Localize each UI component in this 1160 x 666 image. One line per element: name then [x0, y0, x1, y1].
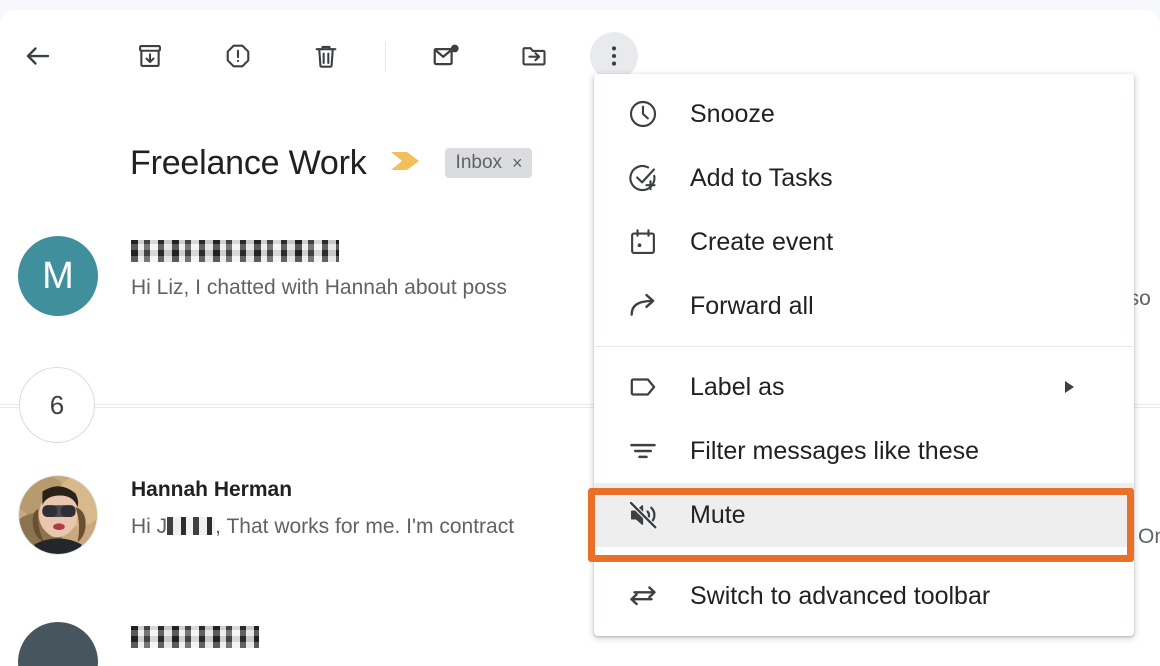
menu-item-label: Create event: [690, 227, 834, 256]
more-options-button[interactable]: [590, 32, 638, 80]
menu-item-add-to-tasks[interactable]: Add to Tasks: [594, 146, 1134, 210]
snippet-prefix: Hi J: [131, 515, 168, 538]
menu-item-label: Filter messages like these: [690, 436, 980, 465]
message-snippet: Hi J , That works for me. I'm contract: [131, 515, 514, 539]
delete-button[interactable]: [302, 32, 350, 80]
label-chip-inbox[interactable]: Inbox ×: [444, 148, 532, 178]
menu-item-label: Switch to advanced toolbar: [690, 581, 991, 610]
delete-icon: [312, 42, 340, 70]
menu-item-label: Add to Tasks: [690, 163, 833, 192]
message-body: Hannah Herman Hi J , That works for me. I…: [131, 475, 514, 539]
calendar-icon: [626, 225, 660, 259]
snippet-suffix: , That works for me. I'm contract: [215, 515, 515, 538]
menu-separator: [594, 346, 1134, 347]
avatar: [18, 475, 98, 555]
sender-name-redacted: [131, 238, 507, 264]
menu-separator: [594, 555, 1134, 556]
chevron-right-icon: [1065, 381, 1074, 393]
menu-item-forward-all[interactable]: Forward all: [594, 274, 1134, 338]
label-chip-text: Inbox: [455, 152, 503, 173]
mute-icon: [626, 498, 660, 532]
more-options-menu: Snooze Add to Tasks Create event Forward…: [594, 74, 1134, 636]
message-snippet-overflow: On: [1138, 525, 1160, 548]
menu-item-filter-messages[interactable]: Filter messages like these: [594, 419, 1134, 483]
add-task-icon: [626, 161, 660, 195]
redaction-block: [167, 517, 216, 535]
menu-item-label: Snooze: [690, 99, 775, 128]
sender-name-redacted: [131, 624, 259, 650]
menu-item-label: Mute: [690, 500, 746, 529]
avatar: [18, 622, 98, 666]
move-to-button[interactable]: [510, 32, 558, 80]
avatar-initial: M: [42, 254, 74, 297]
forward-arrow-icon: [626, 289, 660, 323]
mark-unread-icon: [431, 41, 461, 71]
archive-icon: [136, 42, 164, 70]
menu-item-switch-toolbar[interactable]: Switch to advanced toolbar: [594, 564, 1134, 628]
redaction-block: [131, 626, 259, 648]
report-spam-button[interactable]: [214, 32, 262, 80]
back-button[interactable]: [14, 32, 62, 80]
back-arrow-icon: [23, 41, 53, 71]
sender-name: Hannah Herman: [131, 478, 293, 501]
filter-icon: [626, 434, 660, 468]
menu-item-snooze[interactable]: Snooze: [594, 82, 1134, 146]
more-vertical-icon: [601, 43, 627, 69]
menu-item-mute[interactable]: Mute: [594, 483, 1134, 547]
avatar: M: [18, 236, 98, 316]
move-to-folder-icon: [520, 42, 548, 70]
label-chip-remove-icon[interactable]: ×: [512, 153, 523, 174]
menu-item-label: Label as: [690, 372, 785, 401]
toolbar-divider: [385, 42, 386, 72]
report-spam-icon: [224, 42, 252, 70]
collapsed-count-bubble[interactable]: 6: [19, 367, 95, 443]
menu-item-label-as[interactable]: Label as: [594, 355, 1134, 419]
redaction-block: [131, 240, 339, 262]
swap-arrows-icon: [626, 579, 660, 613]
page-title: Freelance Work: [130, 143, 367, 182]
avatar-photo: [19, 476, 97, 554]
app-window: Freelance Work Inbox × M Hi Liz, I chatt…: [0, 0, 1160, 666]
menu-item-label: Forward all: [690, 291, 814, 320]
archive-button[interactable]: [126, 32, 174, 80]
message-body: [131, 622, 259, 650]
important-marker-icon[interactable]: [389, 148, 423, 179]
clock-icon: [626, 97, 660, 131]
mark-unread-button[interactable]: [422, 32, 470, 80]
message-snippet: Hi Liz, I chatted with Hannah about poss: [131, 276, 507, 299]
message-body: Hi Liz, I chatted with Hannah about poss: [131, 236, 507, 300]
menu-item-create-event[interactable]: Create event: [594, 210, 1134, 274]
label-tag-icon: [626, 370, 660, 404]
